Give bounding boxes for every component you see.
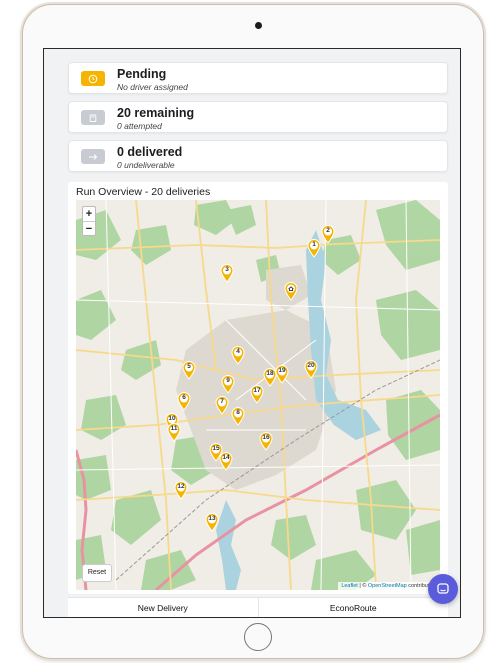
- delivery-marker-16[interactable]: 16: [259, 432, 273, 451]
- marker-number: 10: [168, 415, 176, 422]
- delivery-marker-17[interactable]: 17: [250, 385, 264, 404]
- delivery-marker-6[interactable]: 6: [177, 392, 191, 411]
- leaflet-link[interactable]: Leaflet: [341, 583, 358, 589]
- map-attribution: Leaflet | © OpenStreetMap contributors: [338, 582, 440, 590]
- marker-number: 8: [236, 409, 240, 416]
- zoom-control: + −: [82, 206, 96, 236]
- run-overview-panel: Run Overview - 20 deliveries 1 2 3 4 5 6…: [68, 182, 448, 594]
- delivery-marker-5[interactable]: 5: [182, 361, 196, 380]
- delivery-marker-15[interactable]: 15: [209, 443, 223, 462]
- zoom-out-button[interactable]: −: [83, 221, 95, 235]
- marker-number: 6: [182, 394, 186, 401]
- econoroute-button[interactable]: EconoRoute: [257, 598, 449, 617]
- delivery-marker-7[interactable]: 7: [215, 396, 229, 415]
- marker-number: 2: [326, 227, 330, 234]
- status-card-remaining: 20 remaining 0 attempted: [68, 101, 448, 133]
- delivery-marker-8[interactable]: 8: [231, 407, 245, 426]
- marker-number: 9: [226, 377, 230, 384]
- delivery-marker-12[interactable]: 12: [174, 481, 188, 500]
- marker-number: 4: [236, 348, 240, 355]
- marker-number: 17: [253, 387, 261, 394]
- status-title: 20 remaining: [117, 106, 195, 120]
- marker-number: 3: [225, 266, 229, 273]
- arrow-right-icon: [81, 149, 105, 164]
- marker-number: 19: [278, 367, 286, 374]
- marker-number: 1: [312, 241, 316, 248]
- delivery-marker-11[interactable]: 11: [167, 423, 181, 442]
- delivery-marker-9[interactable]: 9: [221, 375, 235, 394]
- route-map[interactable]: 1 2 3 4 5 6 7 8 9 10 11 12 13 14 15 16 17 18 19 20 + − Rese…: [76, 200, 440, 590]
- status-card-delivered: 0 delivered 0 undeliverable: [68, 140, 448, 172]
- status-card-pending: Pending No driver assigned: [68, 62, 448, 94]
- marker-number: 15: [212, 445, 220, 452]
- chat-button[interactable]: [428, 574, 458, 604]
- status-subtitle: 0 attempted: [117, 121, 162, 131]
- delivery-marker-13[interactable]: 13: [205, 513, 219, 532]
- marker-number: 20: [307, 362, 315, 369]
- delivery-marker-1[interactable]: 1: [307, 239, 321, 258]
- status-subtitle: No driver assigned: [117, 82, 188, 92]
- status-title: Pending: [117, 67, 167, 81]
- bottom-tabs: New Delivery EconoRoute: [68, 597, 449, 617]
- home-button[interactable]: [244, 623, 272, 651]
- delivery-marker-20[interactable]: 20: [304, 360, 318, 379]
- marker-number: 7: [220, 398, 224, 405]
- chat-icon: [437, 583, 449, 594]
- marker-number: 13: [208, 515, 216, 522]
- attribution-separator: | ©: [357, 583, 368, 589]
- home-icon[interactable]: [284, 282, 298, 301]
- delivery-marker-2[interactable]: 2: [321, 225, 335, 244]
- reset-button[interactable]: Reset: [82, 564, 112, 582]
- zoom-in-button[interactable]: +: [83, 207, 95, 221]
- status-subtitle: 0 undeliverable: [117, 160, 175, 170]
- marker-number: 11: [170, 425, 178, 432]
- marker-number: 5: [187, 363, 191, 370]
- overview-title: Run Overview - 20 deliveries: [76, 186, 211, 198]
- status-title: 0 delivered: [117, 145, 183, 159]
- delivery-marker-3[interactable]: 3: [220, 264, 234, 283]
- clock-icon: [81, 71, 105, 86]
- camera-dot: [255, 22, 262, 29]
- delivery-marker-4[interactable]: 4: [231, 346, 245, 365]
- box-icon: [81, 110, 105, 125]
- app-screen: Pending No driver assigned 20 remaining …: [43, 48, 461, 618]
- marker-number: 12: [177, 483, 185, 490]
- marker-number: 16: [262, 434, 270, 441]
- delivery-marker-19[interactable]: 19: [275, 365, 289, 384]
- new-delivery-button[interactable]: New Delivery: [68, 598, 258, 617]
- osm-link[interactable]: OpenStreetMap: [368, 583, 407, 589]
